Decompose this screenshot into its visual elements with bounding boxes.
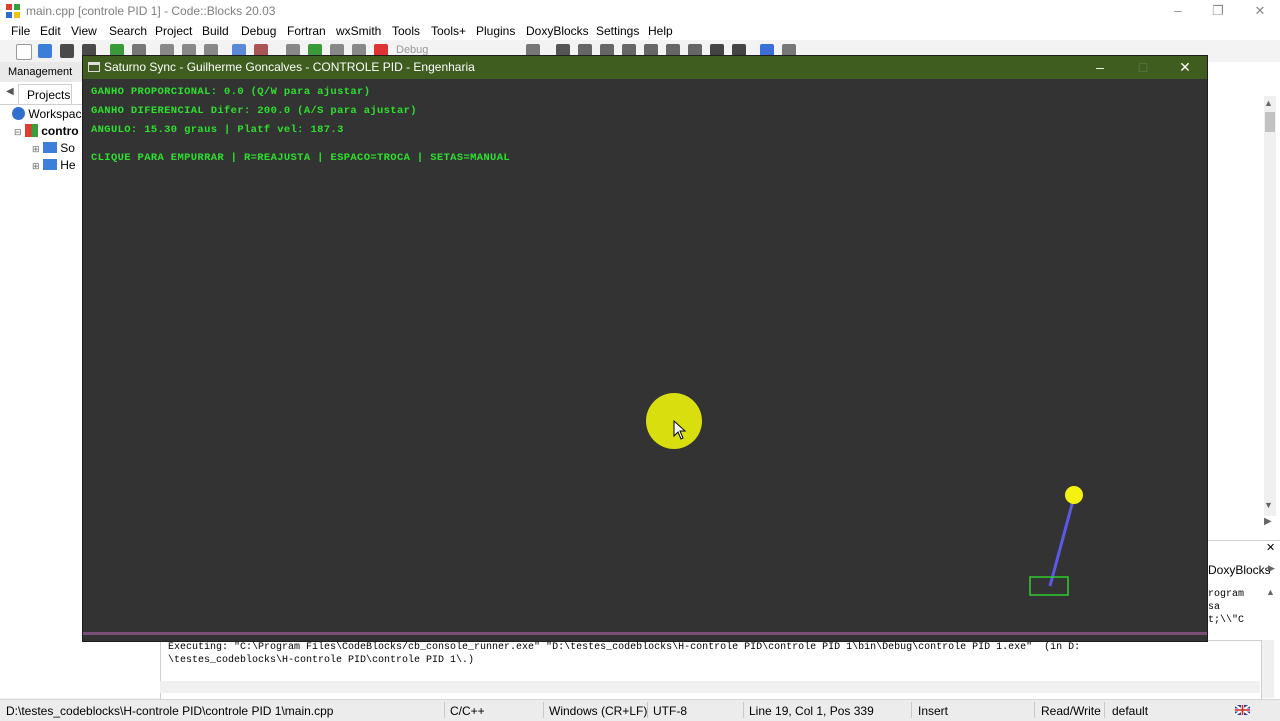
status-separator — [1034, 702, 1035, 718]
menu-edit[interactable]: Edit — [40, 24, 61, 38]
restore-icon[interactable]: ❐ — [1196, 0, 1240, 22]
tree-project[interactable]: ⊟ contro — [14, 124, 79, 138]
angle-velocity-text: ANGULO: 15.30 graus | Platf vel: 187.3 — [91, 124, 344, 136]
status-file-path: D:\testes_codeblocks\H-controle PID\cont… — [6, 704, 334, 718]
console-title-bar[interactable]: Saturno Sync - Guilherme Goncalves - CON… — [83, 56, 1207, 79]
new-file-icon[interactable] — [16, 44, 32, 60]
log-fragment-line: rogram — [1208, 589, 1245, 600]
status-separator — [444, 702, 445, 718]
close-icon[interactable]: ✕ — [1238, 0, 1280, 22]
management-title: Management — [8, 66, 73, 78]
controls-help-text: CLIQUE PARA EMPURRAR | R=REAJUSTA | ESPA… — [91, 152, 511, 164]
console-window-icon — [88, 62, 100, 72]
tree-headers-label: He — [60, 158, 76, 172]
tree-sources-label: So — [60, 141, 75, 155]
codeblocks-window-title: main.cpp [controle PID 1] - Code::Blocks… — [26, 4, 276, 18]
status-encoding: UTF-8 — [653, 704, 687, 718]
editor-vscroll-thumb[interactable] — [1265, 112, 1275, 132]
log-fragment-line: sa — [1208, 602, 1221, 613]
inverted-pendulum — [1029, 486, 1083, 596]
menu-build[interactable]: Build — [202, 24, 229, 38]
tree-sources[interactable]: ⊞ So — [32, 141, 75, 155]
log-hscroll[interactable] — [160, 681, 1260, 693]
uk-flag-icon — [1235, 705, 1250, 715]
editor-vscroll[interactable] — [1264, 96, 1276, 516]
status-separator — [743, 702, 744, 718]
build-log-line: \testes_codeblocks\H-controle PID\contro… — [168, 655, 475, 666]
scroll-up-icon[interactable]: ▲ — [1266, 587, 1275, 597]
expand-icon[interactable]: ⊞ — [32, 144, 40, 154]
tree-workspace[interactable]: Workspac — [12, 107, 81, 121]
editor-area-edge: ▲ ▼ ▶ — [1208, 62, 1280, 542]
codeblocks-app-icon — [6, 4, 20, 18]
menu-doxyblocks[interactable]: DoxyBlocks — [526, 24, 589, 38]
console-maximize-icon[interactable]: □ — [1121, 56, 1165, 79]
menu-tools-plus[interactable]: Tools+ — [431, 24, 466, 38]
status-separator — [647, 702, 648, 718]
menu-plugins[interactable]: Plugins — [476, 24, 515, 38]
expand-icon[interactable]: ⊞ — [32, 161, 40, 171]
scroll-down-icon[interactable]: ▼ — [1264, 500, 1273, 510]
menu-help[interactable]: Help — [648, 24, 673, 38]
tab-doxyblocks[interactable]: DoxyBlocks — [1208, 563, 1271, 577]
logs-close-icon[interactable]: ✕ — [1266, 541, 1275, 554]
open-icon[interactable] — [38, 44, 52, 58]
pendulum-bob — [1065, 486, 1083, 504]
status-access: Read/Write — [1041, 704, 1101, 718]
scroll-up-icon[interactable]: ▲ — [1264, 98, 1273, 108]
tab-scroll-right-icon[interactable]: ▶ — [1268, 563, 1275, 574]
menu-tools[interactable]: Tools — [392, 24, 420, 38]
codeblocks-title-bar: main.cpp [controle PID 1] - Code::Blocks… — [0, 0, 1280, 22]
pendulum-rod — [1048, 496, 1076, 587]
status-language: C/C++ — [450, 704, 485, 718]
status-mode: Insert — [918, 704, 949, 718]
build-log-line: Executing: "C:\Program Files\CodeBlocks/… — [168, 642, 1081, 653]
tree-headers[interactable]: ⊞ He — [32, 158, 76, 172]
menu-fortran[interactable]: Fortran — [287, 24, 326, 38]
menu-debug[interactable]: Debug — [241, 24, 276, 38]
console-bottom-border — [83, 632, 1207, 635]
tree-workspace-label: Workspac — [28, 107, 82, 121]
menu-wxsmith[interactable]: wxSmith — [336, 24, 381, 38]
status-separator — [911, 702, 912, 718]
collapse-icon[interactable]: ⊟ — [14, 127, 22, 137]
status-line-endings: Windows (CR+LF) — [549, 704, 648, 718]
console-close-icon[interactable]: ✕ — [1163, 56, 1207, 79]
console-minimize-icon[interactable]: – — [1078, 56, 1122, 79]
mouse-cursor-icon — [673, 420, 687, 440]
menu-settings[interactable]: Settings — [596, 24, 639, 38]
tab-scroll-left-icon[interactable]: ◀ — [6, 86, 14, 97]
menu-file[interactable]: File — [11, 24, 30, 38]
status-bar: D:\testes_codeblocks\H-controle PID\cont… — [0, 699, 1280, 721]
folder-icon — [42, 159, 57, 170]
project-icon — [24, 124, 38, 137]
workspace-icon — [12, 107, 25, 120]
minimize-icon[interactable]: – — [1156, 0, 1200, 22]
status-position: Line 19, Col 1, Pos 339 — [749, 704, 874, 718]
status-separator — [1104, 702, 1105, 718]
status-profile: default — [1112, 704, 1149, 718]
gain-derivative-text: GANHO DIFERENCIAL Difer: 200.0 (A/S para… — [91, 105, 417, 117]
status-separator — [543, 702, 544, 718]
menu-search[interactable]: Search — [109, 24, 147, 38]
cart-platform — [1029, 576, 1069, 596]
folder-icon — [42, 142, 57, 153]
tab-projects[interactable]: Projects — [18, 84, 72, 105]
gain-proportional-text: GANHO PROPORCIONAL: 0.0 (Q/W para ajusta… — [91, 86, 371, 98]
save-icon[interactable] — [60, 44, 74, 58]
menu-bar: File Edit View Search Project Build Debu… — [0, 22, 1280, 40]
menu-view[interactable]: View — [71, 24, 97, 38]
tab-projects-label: Projects — [27, 88, 71, 102]
log-vscroll[interactable] — [1262, 640, 1274, 698]
scroll-right-icon[interactable]: ▶ — [1264, 516, 1272, 527]
tree-project-label: contro — [41, 124, 79, 138]
menu-project[interactable]: Project — [155, 24, 192, 38]
log-fragment-line: t;\\"C — [1208, 615, 1245, 626]
console-window[interactable]: Saturno Sync - Guilherme Goncalves - CON… — [82, 55, 1208, 642]
console-window-title: Saturno Sync - Guilherme Goncalves - CON… — [104, 60, 475, 74]
